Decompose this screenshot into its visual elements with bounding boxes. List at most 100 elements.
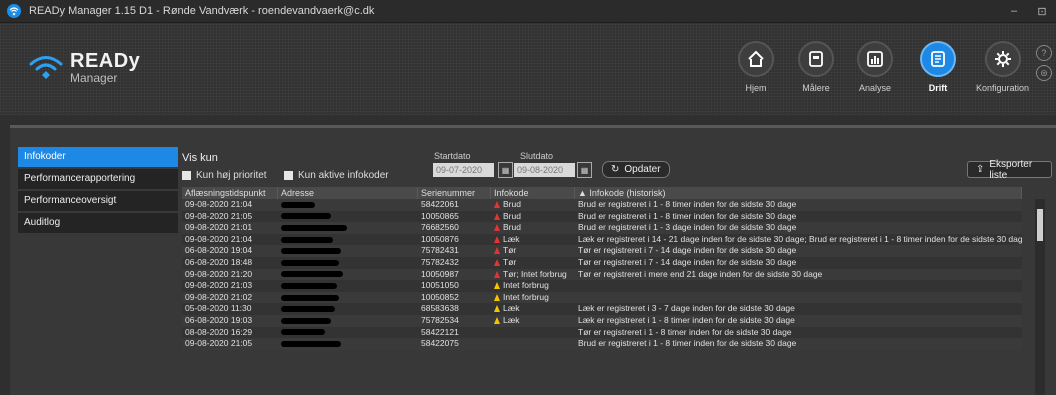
table-row[interactable]: 09-08-2020 21:02 10050852 Intet forbrug (182, 291, 1022, 304)
table-header: Aflæsningstidspunkt Adresse Serienummer … (182, 187, 1022, 199)
active-codes-checkbox[interactable]: Kun aktive infokoder (284, 170, 389, 181)
table-row[interactable]: 06-08-2020 19:03 75782534 Læk Læk er regist… (182, 314, 1022, 327)
gear-icon (994, 51, 1011, 67)
column-header[interactable]: Aflæsningstidspunkt (182, 187, 278, 199)
minimize-button[interactable]: – (1000, 0, 1028, 22)
code-text: Læk (503, 314, 520, 325)
cell-code (491, 338, 575, 350)
end-date-input[interactable]: 09-08-2020 (514, 163, 575, 177)
checkbox-label: Kun aktive infokoder (298, 170, 389, 181)
code-text: Tør (503, 245, 517, 256)
table-row[interactable]: 09-08-2020 21:20 10050987 Tør; Intet forbr… (182, 268, 1022, 281)
cell-serial: 58422075 (421, 338, 459, 349)
nav-konfiguration[interactable]: Konfiguration (976, 41, 1029, 93)
sidebar-item-performanceoversigt[interactable]: Performanceoversigt (18, 191, 178, 211)
cell-history: Brud er registreret i 1 - 3 dage inden f… (578, 222, 797, 233)
start-date-input[interactable]: 09-07-2020 (433, 163, 494, 177)
cell-code: Intet forbrug (491, 292, 575, 304)
cell-serial: 10050852 (421, 291, 459, 302)
meter-icon (809, 51, 823, 67)
column-header[interactable]: Adresse (278, 187, 418, 199)
cell-address (278, 280, 418, 292)
home-icon (748, 50, 764, 67)
checkbox-label: Kun høj prioritet (196, 170, 267, 181)
cell-history (575, 292, 1022, 304)
table-row[interactable]: 05-08-2020 11:30 68583638 Læk Læk er regist… (182, 303, 1022, 315)
nav-drift[interactable]: Drift (920, 41, 956, 93)
cell-serial: 10050987 (421, 268, 459, 279)
code-text: Intet forbrug (503, 291, 549, 302)
calendar-icon[interactable]: ▦ (577, 162, 592, 178)
cell-time: 09-08-2020 21:20 (185, 268, 253, 279)
sidebar-item-infokoder[interactable]: Infokoder (18, 147, 178, 167)
cell-address (278, 245, 418, 257)
column-header[interactable]: Infokode (491, 187, 575, 199)
alarm-red-icon (494, 212, 500, 220)
cell-history: Brud er registreret i 1 - 8 timer inden … (578, 199, 797, 209)
sidebar-item-auditlog[interactable]: Auditlog (18, 213, 178, 233)
extra-menu-button[interactable]: ⊜ (1036, 65, 1052, 81)
table-row[interactable]: 08-08-2020 16:29 58422121 Tør er registrer… (182, 326, 1022, 339)
update-button[interactable]: ↻ Opdater (602, 161, 670, 178)
table-row[interactable]: 09-08-2020 21:05 58422075 Brud er registre… (182, 338, 1022, 350)
cell-time: 09-08-2020 21:02 (185, 291, 253, 302)
cell-address (278, 211, 418, 223)
filter-bar: Vis kun Kun høj prioritet Kun aktive inf… (182, 148, 1052, 186)
cell-history: Brud er registreret i 1 - 8 timer inden … (578, 338, 797, 349)
cell-code: Læk (491, 303, 575, 315)
cell-code: Brud (491, 222, 575, 234)
window-title: READy Manager 1.15 D1 - Rønde Vandværk -… (29, 5, 375, 17)
redaction-mark (281, 248, 341, 255)
column-header[interactable]: Serienummer (418, 187, 491, 199)
help-button[interactable]: ? (1036, 45, 1052, 61)
logo-subtitle: Manager (70, 71, 118, 85)
nav-malere[interactable]: Målere (798, 41, 834, 93)
column-header-label: Infokode (historisk) (589, 188, 666, 198)
table-row[interactable]: 09-08-2020 21:04 10050876 Læk Læk er regist… (182, 233, 1022, 246)
alarm-yellow-icon (494, 316, 500, 324)
table-body: 09-08-2020 21:04 58422061 Brud Brud er regi… (182, 199, 1022, 350)
cell-address (278, 292, 418, 304)
redaction-mark (281, 259, 339, 266)
cell-serial: 68583638 (421, 303, 459, 314)
table-row[interactable]: 09-08-2020 21:05 10050865 Brud Brud er regi… (182, 210, 1022, 223)
cell-serial: 58422061 (421, 199, 459, 209)
cell-time: 06-08-2020 18:48 (185, 256, 253, 267)
cell-time: 09-08-2020 21:04 (185, 199, 253, 209)
refresh-icon: ↻ (611, 164, 620, 175)
calendar-icon[interactable]: ▦ (498, 162, 513, 178)
table-row[interactable]: 06-08-2020 19:04 75782431 Tør Tør er regist… (182, 245, 1022, 257)
sidebar-item-performancerapportering[interactable]: Performancerapportering (18, 169, 178, 189)
maximize-button[interactable]: ⊡ (1028, 0, 1056, 22)
cell-history: Tør er registreret i 7 - 14 dage inden f… (578, 245, 797, 256)
alarm-red-icon (494, 258, 500, 266)
alarm-red-icon (494, 201, 500, 208)
cell-serial: 75782431 (421, 245, 459, 256)
nav-hjem[interactable]: Hjem (738, 41, 774, 93)
nav-analyse[interactable]: Analyse (857, 41, 893, 93)
cell-code: Tør; Intet forbrug (491, 269, 575, 281)
table-row[interactable]: 09-08-2020 21:03 10051050 Intet forbrug (182, 280, 1022, 292)
table-row[interactable]: 09-08-2020 21:01 76682560 Brud Brud er regi… (182, 222, 1022, 234)
export-icon: ⇪ (976, 164, 985, 175)
scrollbar-thumb[interactable] (1037, 209, 1043, 241)
cell-serial: 58422121 (421, 326, 459, 337)
code-text: Brud (503, 222, 521, 233)
code-text: Tør; Intet forbrug (503, 268, 567, 279)
cell-history: Tør er registreret i mere end 21 dage in… (578, 268, 823, 279)
export-button[interactable]: ⇪ Eksporter liste (967, 159, 1052, 181)
redaction-mark (281, 236, 333, 243)
alarm-red-icon (494, 247, 500, 255)
column-header[interactable]: ▲ Infokode (historisk) (575, 187, 1022, 199)
table-row[interactable]: 06-08-2020 18:48 75782432 Tør Tør er regist… (182, 256, 1022, 269)
redaction-mark (281, 213, 331, 220)
high-priority-checkbox[interactable]: Kun høj prioritet (182, 170, 267, 181)
cell-code: Intet forbrug (491, 280, 575, 292)
cell-address (278, 222, 418, 234)
cell-time: 06-08-2020 19:04 (185, 245, 253, 256)
sort-icon: ▲ (578, 188, 590, 198)
redaction-mark (281, 201, 315, 208)
scrollbar[interactable] (1035, 199, 1045, 395)
cell-address (278, 199, 418, 211)
table-row[interactable]: 09-08-2020 21:04 58422061 Brud Brud er regi… (182, 199, 1022, 211)
